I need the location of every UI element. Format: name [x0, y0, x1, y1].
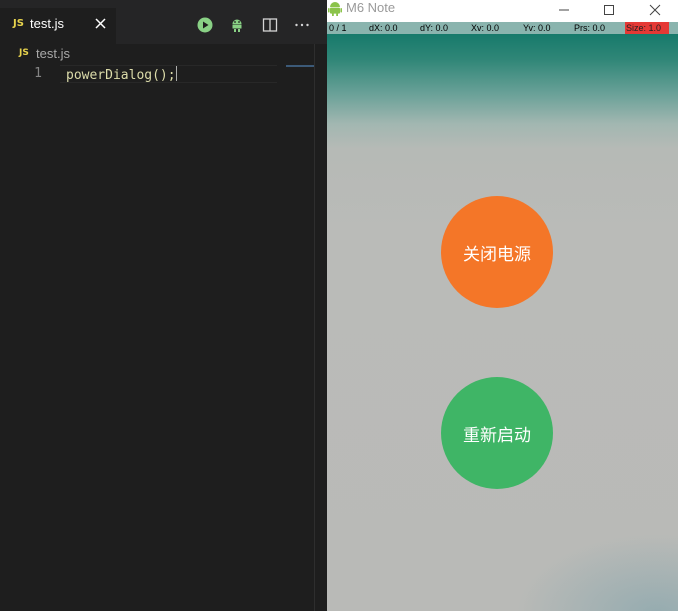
android-emulator-window: M6 Note 0 / 1 dX: 0.0 dY: 0.0 Xv: 0.0 Yv…: [327, 0, 678, 611]
more-actions-icon[interactable]: [293, 16, 313, 36]
pointer-prs: Prs: 0.0: [574, 23, 606, 33]
minimize-icon[interactable]: [549, 0, 579, 20]
js-file-icon: JS: [19, 48, 29, 58]
breadcrumb-file[interactable]: test.js: [36, 46, 70, 61]
android-icon: [328, 1, 342, 21]
code-line-text: powerDialog();: [66, 68, 176, 83]
js-file-icon: JS: [13, 18, 24, 29]
maximize-icon[interactable]: [594, 0, 624, 20]
restart-button[interactable]: 重新启动: [441, 377, 553, 489]
window-close-icon[interactable]: [640, 0, 670, 20]
emulator-title-bar: M6 Note: [327, 0, 678, 22]
editor-tab-bar: JS test.js: [0, 0, 327, 44]
breadcrumb[interactable]: JS test.js: [0, 44, 327, 64]
vertical-scrollbar[interactable]: [314, 44, 315, 611]
code-area[interactable]: 1 powerDialog();: [0, 64, 327, 611]
code-line[interactable]: powerDialog();: [66, 66, 177, 83]
text-cursor: [175, 66, 177, 81]
pointer-dx: dX: 0.0: [369, 23, 398, 33]
code-editor: JS test.js JS test.js 1 powerDialog();: [0, 0, 327, 611]
tab-label: test.js: [30, 16, 64, 31]
close-icon[interactable]: [92, 15, 110, 33]
device-screen[interactable]: 关闭电源 重新启动: [327, 34, 678, 611]
pointer-count: 0 / 1: [329, 23, 347, 33]
pointer-yv: Yv: 0.0: [523, 23, 551, 33]
split-editor-icon[interactable]: [261, 16, 281, 36]
minimap-indicator[interactable]: [286, 65, 314, 67]
pointer-dy: dY: 0.0: [420, 23, 449, 33]
pointer-xv: Xv: 0.0: [471, 23, 500, 33]
debug-icon[interactable]: [228, 16, 248, 36]
power-off-button[interactable]: 关闭电源: [441, 196, 553, 308]
run-icon[interactable]: [196, 16, 216, 36]
window-title: M6 Note: [346, 0, 396, 15]
pointer-size: Size: 1.0: [625, 22, 670, 34]
tab-test-js[interactable]: JS test.js: [0, 8, 116, 44]
pointer-location-overlay: 0 / 1 dX: 0.0 dY: 0.0 Xv: 0.0 Yv: 0.0 Pr…: [327, 22, 678, 34]
line-number: 1: [34, 66, 42, 81]
